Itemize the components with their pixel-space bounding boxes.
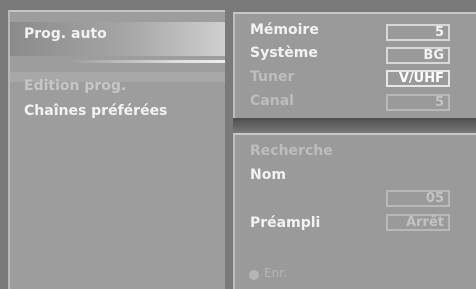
- preampli-value[interactable]: Arrêt: [386, 214, 450, 231]
- nom-label: Nom: [250, 167, 286, 183]
- program-details-panel: Recherche Nom 05 Préampli Arrêt Enr.: [233, 133, 476, 289]
- tuning-settings-panel: Mémoire 5 Système BG Tuner V/UHF Canal 5: [233, 12, 476, 122]
- nom-field[interactable]: 05: [386, 190, 450, 207]
- canal-label: Canal: [250, 93, 294, 109]
- systeme-value[interactable]: BG: [386, 47, 450, 64]
- panel-shadow-band: [233, 118, 476, 134]
- menu-item-chaines-preferees[interactable]: Chaînes préférées: [24, 103, 167, 119]
- recherche-label[interactable]: Recherche: [250, 143, 333, 159]
- program-menu-panel: Prog. auto Edition prog. Chaînes préféré…: [8, 10, 225, 289]
- preampli-label: Préampli: [250, 215, 321, 231]
- systeme-label: Système: [250, 45, 318, 61]
- tuner-value[interactable]: V/UHF: [386, 70, 450, 87]
- memoire-value[interactable]: 5: [386, 24, 450, 41]
- canal-value[interactable]: 5: [386, 94, 450, 111]
- highlight-glow: [70, 60, 225, 63]
- menu-item-edition-prog[interactable]: Edition prog.: [24, 78, 126, 94]
- footer-record-label[interactable]: Enr.: [264, 266, 287, 280]
- menu-item-prog-auto[interactable]: Prog. auto: [24, 26, 107, 42]
- tuner-label: Tuner: [250, 69, 295, 85]
- memoire-label: Mémoire: [250, 22, 319, 38]
- record-button-icon: [249, 270, 259, 280]
